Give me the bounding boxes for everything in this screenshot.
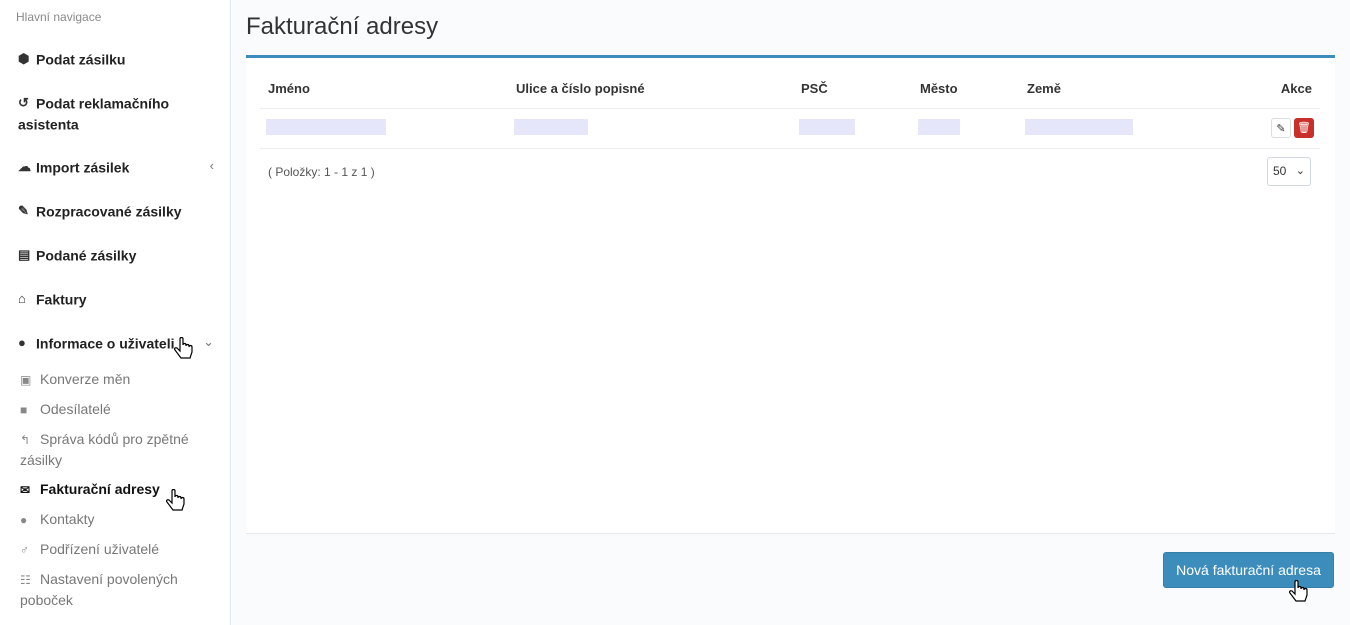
delete-button[interactable]: 🗑: [1294, 118, 1314, 138]
sidebar-subitem-odesilatele[interactable]: ■ Odesílatelé: [20, 399, 220, 420]
cell-country: [1019, 108, 1219, 149]
page-size-select[interactable]: 50 ⌄: [1267, 157, 1311, 186]
redacted-value: [266, 118, 386, 135]
sidebar-subitem-fakturacni-adresy[interactable]: ✉ Fakturační adresy: [20, 479, 220, 500]
hand-cursor-icon: [1289, 580, 1308, 602]
main-content: Fakturační adresy Jméno Ulice a číslo po…: [232, 0, 1350, 625]
sidebar-subitem-label: Správa kódů pro zpětné zásilky: [20, 431, 189, 469]
cloud-upload-icon: ☁: [18, 159, 31, 175]
user-icon: ●: [18, 335, 26, 351]
sidebar-subitem-label: Konverze měn: [40, 371, 131, 387]
sidebar-item-label: Informace o uživateli: [36, 335, 175, 352]
column-header-street[interactable]: Ulice a číslo popisné: [508, 70, 793, 109]
sidebar-item-rozpracovane[interactable]: ✎ Rozpracované zásilky: [18, 200, 218, 221]
edit-button[interactable]: ✎: [1271, 118, 1291, 138]
nav-header: Hlavní navigace: [16, 10, 102, 24]
cell-zip: [793, 108, 912, 149]
table-header-row: Jméno Ulice a číslo popisné PSČ Město Ze…: [260, 70, 1320, 109]
undo-icon: ↺: [18, 95, 29, 111]
sidebar-item-label: Podat reklamačního asistenta: [18, 95, 170, 133]
reply-icon: ↰: [20, 433, 31, 448]
envelope-icon: ✉: [20, 483, 31, 498]
chevron-down-icon: ⌄: [1295, 165, 1305, 177]
addresses-panel: Jméno Ulice a číslo popisné PSČ Město Ze…: [246, 55, 1335, 534]
sidebar-item-podat-zasilku[interactable]: ⬢ Podat zásilku: [18, 48, 218, 69]
sidebar-item-faktury[interactable]: ⌂ Faktury: [18, 288, 218, 309]
sidebar-subitem-konverze[interactable]: ▣ Konverze měn: [20, 369, 220, 390]
sidebar-item-label: Faktury: [36, 291, 87, 308]
sidebar-subitem-label: Podřízení uživatelé: [40, 541, 160, 557]
sidebar: Hlavní navigace ⬢ Podat zásilku ↺ Podat re…: [0, 0, 231, 625]
cell-actions: ✎ 🗑: [1219, 108, 1320, 149]
column-header-actions: Akce: [1219, 70, 1320, 109]
sidebar-subitem-podrizeni[interactable]: ♂ Podřízení uživatelé: [20, 539, 220, 560]
sidebar-subitem-label: Fakturační adresy: [40, 481, 160, 497]
column-header-country[interactable]: Země: [1019, 70, 1219, 109]
bank-icon: ⌂: [18, 291, 26, 307]
male-icon: ♂: [20, 543, 29, 558]
sidebar-item-reklamacni-asistent[interactable]: ↺ Podat reklamačního asistenta: [18, 92, 218, 135]
sidebar-subitem-kontakty[interactable]: ● Kontakty: [20, 509, 220, 530]
page-title: Fakturační adresy: [246, 13, 439, 40]
pager-info: ( Položky: 1 - 1 z 1 ): [268, 165, 375, 179]
cell-street: [508, 108, 793, 149]
sidebar-item-podane[interactable]: ▤ Podané zásilky: [18, 244, 218, 265]
chevron-left-icon: ‹: [209, 158, 214, 173]
cube-icon: ⬢: [18, 51, 30, 67]
redacted-value: [799, 118, 855, 135]
sidebar-subitem-pobocky[interactable]: ☷ Nastavení povolených poboček: [20, 569, 220, 610]
money-icon: ▣: [20, 373, 32, 388]
sidebar-item-label: Podané zásilky: [36, 247, 137, 264]
column-header-city[interactable]: Město: [912, 70, 1019, 109]
column-header-zip[interactable]: PSČ: [793, 70, 912, 109]
addresses-table: Jméno Ulice a číslo popisné PSČ Město Ze…: [260, 70, 1320, 149]
users-icon: ●: [20, 513, 28, 528]
archive-icon: ▤: [18, 247, 31, 263]
edit-icon: ✎: [18, 203, 29, 219]
column-header-name[interactable]: Jméno: [260, 70, 508, 109]
sidebar-item-import-zasilek[interactable]: ☁ Import zásilek ‹: [18, 156, 218, 177]
sidebar-item-label: Podat zásilku: [36, 51, 126, 68]
grid-icon: ☷: [20, 573, 31, 588]
hand-cursor-icon: [174, 337, 193, 359]
cell-name: [260, 108, 508, 149]
sidebar-subitem-label: Nastavení povolených poboček: [20, 571, 178, 609]
cart-icon: ■: [20, 403, 28, 418]
sidebar-item-label: Import zásilek: [36, 159, 130, 176]
redacted-value: [1025, 118, 1133, 135]
sidebar-subitem-sprava-kodu[interactable]: ↰ Správa kódů pro zpětné zásilky: [20, 429, 220, 470]
redacted-value: [918, 118, 960, 135]
redacted-value: [514, 118, 588, 135]
sidebar-item-label: Rozpracované zásilky: [36, 203, 182, 220]
hand-cursor-icon: [166, 489, 185, 511]
page-size-value: 50: [1273, 164, 1287, 178]
chevron-down-icon: ⌄: [203, 334, 214, 349]
table-row[interactable]: ✎ 🗑: [260, 108, 1320, 149]
cell-city: [912, 108, 1019, 149]
sidebar-subitem-label: Odesílatelé: [40, 401, 111, 417]
sidebar-subitem-label: Kontakty: [40, 511, 95, 527]
